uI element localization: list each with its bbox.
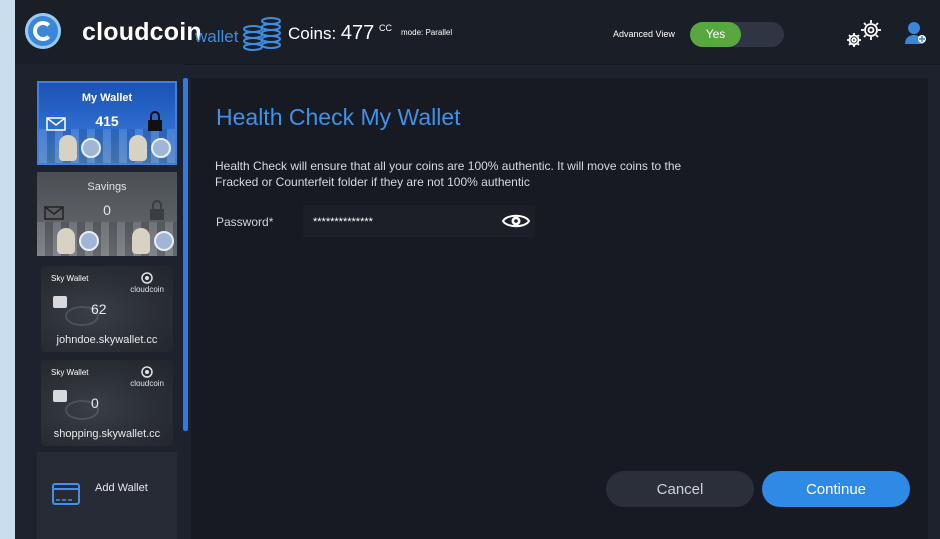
coins-balance: Coins: 477 CC [288, 22, 392, 45]
add-wallet-label: Add Wallet [95, 482, 148, 494]
user-account-icon[interactable] [904, 20, 928, 46]
sky-wallet-brand: cloudcoin [130, 272, 164, 294]
advanced-view-label: Advanced View [613, 29, 675, 39]
add-wallet-button[interactable]: Add Wallet [37, 452, 177, 539]
sidebar-scrollbar-thumb[interactable] [183, 78, 188, 431]
continue-button[interactable]: Continue [762, 471, 910, 507]
top-bar: cloudcoin wallet Coins: 477 CC mode: Par… [15, 0, 940, 65]
sky-wallet-count: 0 [91, 395, 99, 411]
sky-wallet-label: Sky Wallet [51, 274, 89, 283]
card-chip-icon [53, 390, 67, 402]
password-label: Password* [216, 215, 274, 229]
sky-wallet-brand: cloudcoin [130, 366, 164, 388]
toggle-yes-label: Yes [690, 22, 741, 47]
sky-wallet-card-johndoe[interactable]: Sky Wallet cloudcoin 62 johndoe.skywalle… [41, 266, 173, 352]
sky-wallet-count: 62 [91, 301, 107, 317]
portrait-art [129, 135, 147, 161]
banknote-art [37, 222, 177, 256]
password-input[interactable] [311, 211, 495, 233]
mode-label: mode: Parallel [401, 28, 453, 37]
cancel-button[interactable]: Cancel [606, 471, 754, 507]
sky-wallet-brand-text: cloudcoin [130, 379, 164, 388]
sky-wallet-email: shopping.skywallet.cc [53, 428, 161, 440]
coin-art [154, 231, 174, 251]
sky-wallet-label: Sky Wallet [51, 368, 89, 377]
settings-gears-icon[interactable] [843, 18, 885, 50]
cloudcoin-small-icon [141, 366, 153, 378]
advanced-view-toggle[interactable]: Yes [690, 22, 784, 47]
password-field-container [303, 205, 535, 237]
brand-sub: wallet [195, 27, 239, 46]
coin-art [81, 138, 101, 158]
page-title: Health Check My Wallet [216, 104, 461, 130]
wallet-sidebar: My Wallet 415 Savings 0 Sky Wallet cloud… [15, 64, 185, 539]
coin-stack-icon [243, 17, 281, 51]
app-window: cloudcoin wallet Coins: 477 CC mode: Par… [15, 0, 940, 539]
cloudcoin-small-icon [141, 272, 153, 284]
wallet-card-savings[interactable]: Savings 0 [37, 172, 177, 256]
sky-wallet-brand-text: cloudcoin [130, 285, 164, 294]
wallet-icon [52, 483, 80, 505]
wallet-name: My Wallet [81, 92, 133, 104]
coin-art [79, 231, 99, 251]
sky-wallet-email: johndoe.skywallet.cc [56, 334, 158, 346]
coin-art [151, 138, 171, 158]
banknote-art [39, 129, 175, 163]
coins-label: Coins: [288, 24, 337, 43]
description-text: Health Check will ensure that all your c… [215, 159, 682, 189]
wallet-name: Savings [87, 181, 127, 193]
portrait-art [57, 228, 75, 254]
envelope-icon [44, 206, 64, 220]
cloudcoin-logo-icon [25, 13, 61, 49]
portrait-art [59, 135, 77, 161]
lock-icon [150, 200, 164, 220]
brand-name: cloudcoin [82, 18, 202, 46]
card-chip-icon [53, 296, 67, 308]
coins-unit: CC [379, 23, 393, 33]
show-password-eye-icon[interactable] [501, 211, 531, 231]
coins-value: 477 [340, 22, 375, 44]
portrait-art [132, 228, 150, 254]
wallet-card-my-wallet[interactable]: My Wallet 415 [37, 81, 177, 165]
sky-wallet-card-shopping[interactable]: Sky Wallet cloudcoin 0 shopping.skywalle… [41, 360, 173, 446]
envelope-icon [46, 117, 66, 131]
lock-icon [148, 111, 162, 131]
main-panel: Health Check My Wallet Health Check will… [191, 78, 928, 539]
